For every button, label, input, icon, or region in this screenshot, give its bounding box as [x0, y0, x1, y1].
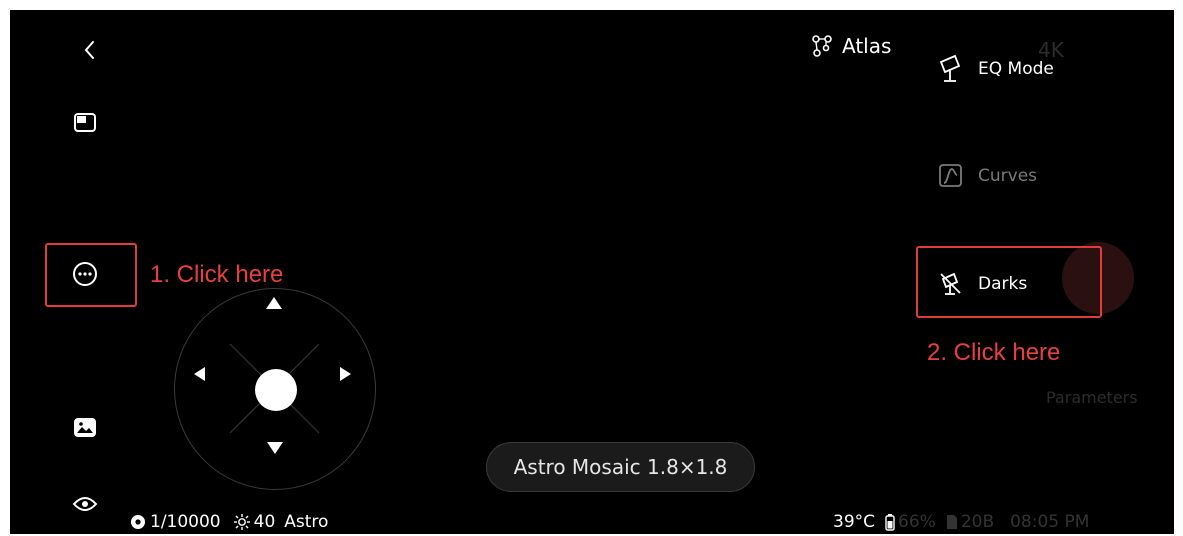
storage-value: 20B [960, 512, 995, 532]
shutter-value: 1/10000 [150, 512, 221, 532]
arrow-up-icon[interactable] [266, 297, 282, 309]
atlas-label: Atlas [842, 34, 892, 58]
joystick-knob[interactable] [255, 369, 297, 411]
arrow-left-icon[interactable] [194, 367, 205, 381]
darks-icon [938, 271, 964, 297]
chevron-left-icon[interactable] [78, 38, 102, 62]
direction-joystick[interactable] [174, 288, 376, 490]
menu-item-label: EQ Mode [978, 59, 1054, 79]
arrow-right-icon[interactable] [340, 367, 351, 381]
mode-value: Astro [284, 512, 329, 532]
constellation-icon [810, 34, 834, 58]
mode-pill-button[interactable]: Astro Mosaic 1.8×1.8 [486, 442, 755, 492]
menu-item-curves[interactable]: Curves [938, 163, 1037, 189]
status-left: 1/10000 40 Astro [130, 512, 328, 532]
atlas-button[interactable]: Atlas [810, 34, 891, 58]
telescope-icon [938, 54, 964, 84]
annotation-step1: 1. Click here [150, 261, 284, 288]
annotation-step2: 2. Click here [927, 339, 1061, 366]
annotation-box-step1 [45, 243, 137, 307]
menu-item-label: Darks [978, 274, 1028, 294]
temperature-value: 39°C [833, 512, 876, 532]
gain-icon [233, 513, 251, 531]
camera-screen: 1. Click here Atlas 4K Parameters EQ Mod… [10, 10, 1174, 534]
gallery-icon[interactable] [65, 408, 105, 448]
battery-value: 66% [898, 512, 936, 532]
battery-icon [885, 513, 895, 531]
status-right: 39°C 66% 20B 08:05 PM [833, 512, 1089, 532]
parameters-ghost-label: Parameters [1046, 388, 1138, 407]
aperture-icon [130, 514, 146, 530]
eye-icon[interactable] [65, 484, 105, 524]
mode-pill-label: Astro Mosaic 1.8×1.8 [513, 455, 728, 479]
arrow-down-icon[interactable] [267, 442, 283, 454]
menu-item-label: Curves [978, 166, 1038, 186]
time-value: 08:05 PM [1010, 512, 1090, 532]
layout-icon[interactable] [65, 103, 105, 143]
gain-value: 40 [253, 512, 276, 532]
menu-item-eq-mode[interactable]: EQ Mode [938, 54, 1054, 84]
storage-icon [946, 514, 958, 530]
menu-item-darks[interactable]: Darks [938, 271, 1027, 297]
curves-icon [938, 163, 964, 189]
